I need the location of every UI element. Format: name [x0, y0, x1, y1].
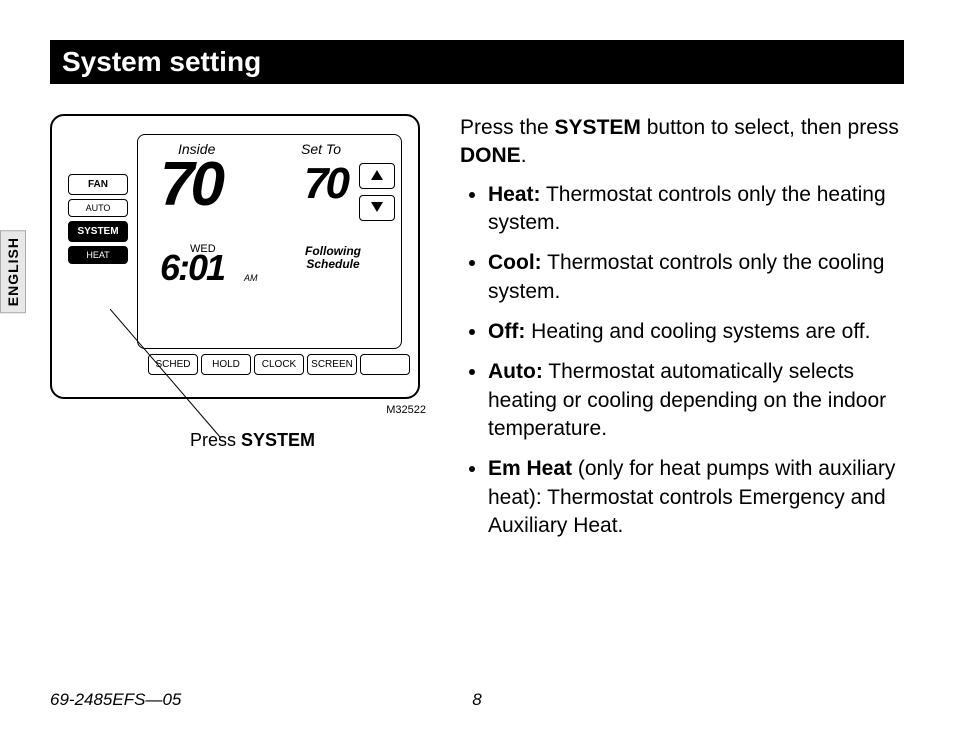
temp-down-button[interactable]	[359, 195, 395, 221]
temp-updown	[359, 163, 395, 221]
instructions-column: Press the SYSTEM button to select, then …	[460, 114, 904, 552]
bottom-button-row: SCHED HOLD CLOCK SCREEN	[148, 354, 410, 375]
blank-button[interactable]	[360, 354, 410, 375]
thermostat-diagram: FAN AUTO SYSTEM HEAT Inside Set To 70 70…	[50, 114, 430, 399]
inside-temp-value: 70	[160, 149, 221, 220]
diagram-id: M32522	[386, 404, 426, 416]
hold-button[interactable]: HOLD	[201, 354, 251, 375]
setto-label: Set To	[301, 141, 341, 157]
left-button-column: FAN AUTO SYSTEM HEAT	[68, 174, 128, 264]
sched-button[interactable]: SCHED	[148, 354, 198, 375]
page-footer: 69-2485EFS—05 8	[50, 690, 904, 710]
page-number: 8	[472, 690, 481, 710]
list-item: Cool: Thermostat controls only the cooli…	[488, 249, 904, 306]
system-button[interactable]: SYSTEM	[68, 221, 128, 242]
diagram-column: FAN AUTO SYSTEM HEAT Inside Set To 70 70…	[50, 114, 430, 399]
screen-button[interactable]: SCREEN	[307, 354, 357, 375]
section-title: System setting	[50, 40, 904, 84]
system-mode-label: HEAT	[68, 246, 128, 264]
mode-list: Heat: Thermostat controls only the heati…	[460, 181, 904, 541]
content-row: FAN AUTO SYSTEM HEAT Inside Set To 70 70…	[50, 114, 904, 552]
set-temp-value: 70	[304, 159, 347, 209]
list-item: Em Heat (only for heat pumps with auxili…	[488, 455, 904, 540]
arrow-up-icon	[371, 170, 383, 180]
list-item: Off: Heating and cooling systems are off…	[488, 318, 904, 346]
list-item: Heat: Thermostat controls only the heati…	[488, 181, 904, 238]
fan-mode-label: AUTO	[68, 199, 128, 217]
thermostat-body: FAN AUTO SYSTEM HEAT Inside Set To 70 70…	[50, 114, 420, 399]
fan-button[interactable]: FAN	[68, 174, 128, 195]
arrow-down-icon	[371, 202, 383, 212]
intro-paragraph: Press the SYSTEM button to select, then …	[460, 114, 904, 171]
callout-text: Press SYSTEM	[190, 430, 315, 451]
time-value: 6:01	[160, 247, 224, 289]
following-schedule-label: Following Schedule	[305, 245, 361, 271]
temp-up-button[interactable]	[359, 163, 395, 189]
ampm-label: AM	[244, 273, 258, 283]
page: System setting FAN AUTO SYSTEM HEAT Insi…	[0, 0, 954, 738]
list-item: Auto: Thermostat automatically selects h…	[488, 358, 904, 443]
clock-button[interactable]: CLOCK	[254, 354, 304, 375]
doc-number: 69-2485EFS—05	[50, 690, 181, 710]
lcd-screen: Inside Set To 70 70 WED 6:01 AM Followin…	[137, 134, 402, 349]
